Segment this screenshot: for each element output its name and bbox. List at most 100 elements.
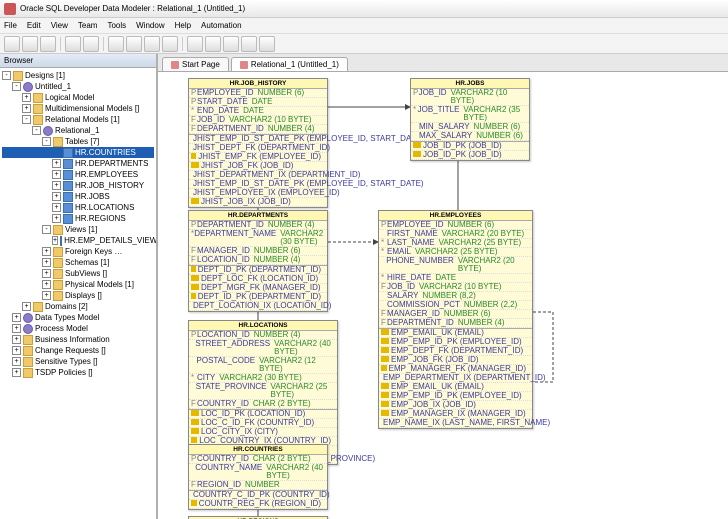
- tab-start-page[interactable]: Start Page: [162, 57, 229, 71]
- menu-view[interactable]: View: [51, 21, 68, 30]
- column-row: FREGION_IDNUMBER: [189, 481, 327, 490]
- expand-icon[interactable]: +: [42, 291, 51, 300]
- toolbar-redo-icon[interactable]: [83, 36, 99, 52]
- expand-icon[interactable]: +: [42, 280, 51, 289]
- expand-icon[interactable]: +: [52, 236, 58, 245]
- menu-edit[interactable]: Edit: [27, 21, 41, 30]
- tree-item[interactable]: -Relational Models [1]: [2, 114, 154, 125]
- tree-item[interactable]: +HR.DEPARTMENTS: [2, 158, 154, 169]
- expand-icon[interactable]: +: [22, 104, 31, 113]
- expand-icon[interactable]: +: [52, 170, 61, 179]
- tree-item[interactable]: -Views [1]: [2, 224, 154, 235]
- toolbar-btn-icon[interactable]: [223, 36, 239, 52]
- toolbar-save-icon[interactable]: [40, 36, 56, 52]
- menu-team[interactable]: Team: [78, 21, 98, 30]
- entity-job_history[interactable]: HR.JOB_HISTORYPEMPLOYEE_IDNUMBER (6)PSTA…: [188, 78, 328, 208]
- tree-label: Multidimensional Models []: [45, 103, 139, 114]
- tree-item[interactable]: +HR.LOCATIONS: [2, 202, 154, 213]
- expand-icon[interactable]: +: [52, 214, 61, 223]
- tree-item[interactable]: +HR.REGIONS: [2, 213, 154, 224]
- toolbar-btn-icon[interactable]: [162, 36, 178, 52]
- menu-file[interactable]: File: [4, 21, 17, 30]
- tree-item[interactable]: +HR.JOB_HISTORY: [2, 180, 154, 191]
- entity-countries[interactable]: HR.COUNTRIESPCOUNTRY_IDCHAR (2 BYTE)COUN…: [188, 444, 328, 510]
- tree-item[interactable]: +Sensitive Types []: [2, 356, 154, 367]
- expand-icon[interactable]: -: [12, 82, 21, 91]
- tree-item[interactable]: +Schemas [1]: [2, 257, 154, 268]
- menu-help[interactable]: Help: [175, 21, 191, 30]
- expand-icon[interactable]: -: [42, 225, 51, 234]
- tree-item[interactable]: -Tables [7]: [2, 136, 154, 147]
- expand-icon[interactable]: +: [42, 269, 51, 278]
- toolbar-btn-icon[interactable]: [108, 36, 124, 52]
- tree-item[interactable]: +HR.EMPLOYEES: [2, 169, 154, 180]
- tree-item[interactable]: +Process Model: [2, 323, 154, 334]
- tree-item[interactable]: +Physical Models [1]: [2, 279, 154, 290]
- toolbar-open-icon[interactable]: [22, 36, 38, 52]
- expand-icon[interactable]: +: [42, 247, 51, 256]
- tree-item[interactable]: +SubViews []: [2, 268, 154, 279]
- diagram-canvas[interactable]: HR.JOB_HISTORYPEMPLOYEE_IDNUMBER (6)PSTA…: [158, 72, 728, 519]
- folder-icon: [53, 280, 63, 290]
- app-logo-icon: [4, 3, 16, 15]
- tree-item[interactable]: -Relational_1: [2, 125, 154, 136]
- tree-item[interactable]: + Logical Model: [2, 92, 154, 103]
- toolbar-new-icon[interactable]: [4, 36, 20, 52]
- tree-item[interactable]: +Domains [2]: [2, 301, 154, 312]
- toolbar-sep: [182, 37, 183, 51]
- toolbar-btn-icon[interactable]: [144, 36, 160, 52]
- entity-departments[interactable]: HR.DEPARTMENTSPDEPARTMENT_IDNUMBER (4)*D…: [188, 210, 328, 312]
- entity-employees[interactable]: HR.EMPLOYEESPEMPLOYEE_IDNUMBER (6)FIRST_…: [378, 210, 533, 429]
- expand-icon[interactable]: -: [32, 126, 41, 135]
- expand-icon[interactable]: +: [12, 368, 21, 377]
- tree-label: Logical Model: [45, 92, 94, 103]
- tree-label: HR.JOBS: [75, 191, 110, 202]
- menu-window[interactable]: Window: [136, 21, 164, 30]
- tree-item[interactable]: +HR.EMP_DETAILS_VIEW: [2, 235, 154, 246]
- tree-item[interactable]: + Multidimensional Models []: [2, 103, 154, 114]
- tree-item[interactable]: +Change Requests []: [2, 345, 154, 356]
- tree-item[interactable]: +Foreign Keys …: [2, 246, 154, 257]
- expand-icon[interactable]: +: [52, 181, 61, 190]
- key-icon: [191, 410, 199, 416]
- expand-icon[interactable]: +: [22, 302, 31, 311]
- expand-icon[interactable]: +: [52, 192, 61, 201]
- expand-icon[interactable]: +: [12, 357, 21, 366]
- tree-item[interactable]: -Designs [1]: [2, 70, 154, 81]
- menu-automation[interactable]: Automation: [201, 21, 241, 30]
- expand-icon[interactable]: +: [12, 335, 21, 344]
- toolbar-btn-icon[interactable]: [187, 36, 203, 52]
- tree-item[interactable]: + HR.JOBS: [2, 191, 154, 202]
- tree-item[interactable]: +Data Types Model: [2, 312, 154, 323]
- toolbar-sep: [103, 37, 104, 51]
- toolbar-btn-icon[interactable]: [241, 36, 257, 52]
- tree-item[interactable]: +TSDP Policies []: [2, 367, 154, 378]
- expand-icon[interactable]: +: [52, 203, 61, 212]
- expand-icon[interactable]: -: [42, 137, 51, 146]
- tree-item[interactable]: HR.COUNTRIES: [2, 147, 154, 158]
- menu-tools[interactable]: Tools: [107, 21, 126, 30]
- expand-icon[interactable]: -: [22, 115, 31, 124]
- expand-icon[interactable]: +: [42, 258, 51, 267]
- folder-icon: [13, 71, 23, 81]
- expand-icon[interactable]: +: [12, 346, 21, 355]
- toolbar-btn-icon[interactable]: [126, 36, 142, 52]
- tree-item[interactable]: +Business Information: [2, 334, 154, 345]
- tree-item[interactable]: -Untitled_1: [2, 81, 154, 92]
- tab-relational[interactable]: Relational_1 (Untitled_1): [231, 57, 348, 71]
- expand-icon[interactable]: +: [12, 324, 21, 333]
- expand-icon[interactable]: +: [52, 159, 61, 168]
- expand-icon[interactable]: +: [12, 313, 21, 322]
- column-row: PJOB_IDVARCHAR2 (10 BYTE): [411, 89, 529, 106]
- key-icon: [381, 410, 389, 416]
- design-tree[interactable]: -Designs [1]-Untitled_1 + Logical Model + Mu…: [0, 68, 156, 519]
- toolbar-btn-icon[interactable]: [259, 36, 275, 52]
- expand-icon[interactable]: +: [22, 93, 31, 102]
- key-icon: [191, 500, 197, 506]
- expand-icon[interactable]: -: [2, 71, 11, 80]
- tree-item[interactable]: +Displays []: [2, 290, 154, 301]
- toolbar-btn-icon[interactable]: [205, 36, 221, 52]
- column-row: FLOCATION_IDNUMBER (4): [189, 256, 327, 265]
- toolbar-undo-icon[interactable]: [65, 36, 81, 52]
- entity-jobs[interactable]: HR.JOBSPJOB_IDVARCHAR2 (10 BYTE)*JOB_TIT…: [410, 78, 530, 161]
